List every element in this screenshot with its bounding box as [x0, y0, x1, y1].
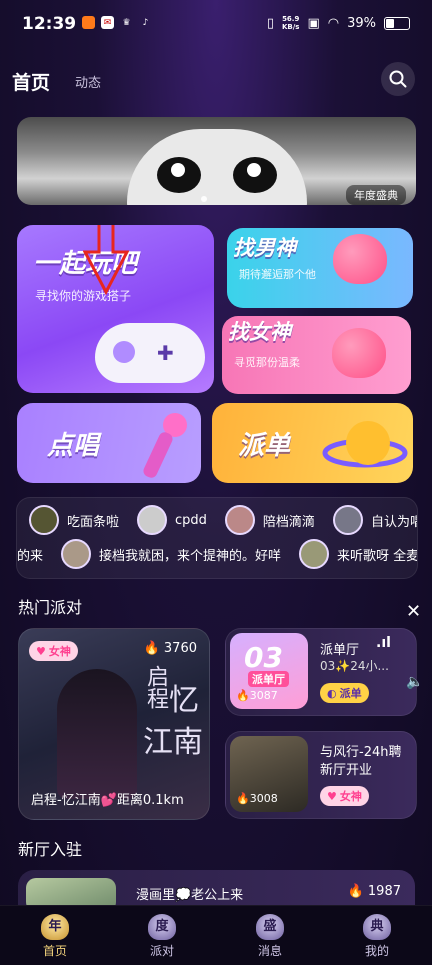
poster-text: 启程	[143, 665, 168, 709]
goddess-badge: ♥ 女神	[320, 786, 369, 806]
nav-profile[interactable]: 典 我的	[347, 914, 407, 959]
party-card[interactable]: 03 派单厅 🔥3087 派单厅 03✨24小... .ıl ◐ 派单	[225, 628, 417, 716]
vibrate-icon: ▯	[266, 15, 274, 31]
event-banner[interactable]: 年度盛典	[17, 117, 416, 205]
battery-icon	[384, 16, 410, 30]
microphone-icon	[143, 413, 187, 478]
status-right: ▯ 56.9 KB/s ▣ ◠ 39%	[267, 15, 410, 31]
nav-party[interactable]: 度 派对	[132, 914, 192, 959]
signal-bars-icon: .ıl	[376, 635, 391, 651]
marquee-row-1: 吃面条啦 cpdd 陪档滴滴 自认为唱小宇	[29, 505, 417, 535]
mascot-image	[127, 129, 307, 205]
banner-pager-dot	[201, 196, 207, 202]
sing-title: 点唱	[47, 431, 100, 461]
fire-icon: 🔥	[143, 641, 160, 656]
wifi-icon: ◠	[327, 15, 340, 31]
speaker-icon[interactable]: 🔈	[406, 674, 423, 690]
search-icon	[389, 70, 407, 88]
hot-count: 🔥 3760	[143, 641, 197, 656]
bottom-nav: 年 首页 度 派对 盛 消息 典 我的	[0, 905, 432, 965]
close-icon[interactable]: ✕	[406, 601, 421, 622]
poster-figure	[57, 669, 137, 799]
battery-text: 39%	[347, 15, 376, 31]
user-chip[interactable]: 吃面条啦	[29, 505, 119, 535]
heart-face-icon	[332, 328, 386, 378]
crown-icon: ♛	[122, 17, 131, 28]
male-title: 找男神	[233, 236, 296, 260]
poster-text: 江南	[143, 725, 203, 760]
party-card[interactable]: 🔥3008 与风行-24h聘新厅开业 ♥ 女神	[225, 731, 417, 819]
nav-party-icon: 度	[148, 914, 176, 940]
poster-text: 忆	[169, 683, 199, 718]
status-bar: 12:39 ✉ ♛ ♪ ▯ 56.9 KB/s ▣ ◠ 39%	[0, 0, 432, 48]
marquee-row-2: 的来 接档我就困，来个提神的。好咩 来听歌呀 全麦优质	[17, 539, 417, 569]
sing-card[interactable]: 点唱	[17, 403, 201, 483]
mascot-eye	[233, 157, 277, 193]
party-caption: 启程-忆江南💕距离0.1km	[31, 793, 184, 808]
status-time: 12:39	[22, 14, 77, 34]
room-title: 漫画里💭老公上来	[136, 888, 244, 903]
party-thumb: 🔥3008	[230, 736, 308, 812]
order-card[interactable]: 派单	[212, 403, 413, 483]
find-male-card[interactable]: 找男神 期待邂逅那个他	[227, 228, 413, 308]
tab-home[interactable]: 首页	[12, 68, 50, 95]
sim-icon: ▣	[307, 15, 320, 31]
nav-home-icon: 年	[41, 914, 69, 940]
room-hot: 🔥 1987	[347, 884, 401, 899]
mascot-eye	[157, 157, 201, 193]
nav-profile-icon: 典	[363, 914, 391, 940]
user-chip[interactable]: 来听歌呀 全麦优质	[299, 539, 417, 569]
male-subtitle: 期待邂逅那个他	[239, 268, 316, 281]
user-chip[interactable]: 陪档滴滴	[224, 505, 315, 535]
play-together-card[interactable]: 一起玩吧 寻找你的游戏搭子 ✚	[17, 225, 214, 393]
mail-icon: ✉	[101, 16, 114, 29]
notification-icons: ✉ ♛ ♪	[82, 16, 152, 29]
heart-hand-icon	[333, 234, 387, 284]
new-rooms-title: 新厅入驻	[18, 840, 83, 859]
user-chip[interactable]: 的来	[17, 540, 43, 568]
nav-messages-icon: 盛	[256, 914, 284, 940]
goddess-badge: ♥ 女神	[29, 641, 78, 661]
hot-party-title: 热门派对	[18, 598, 83, 617]
tiktok-icon: ♪	[142, 17, 149, 28]
party-subtitle: 03✨24小...	[320, 659, 389, 673]
net-speed: 56.9 KB/s	[281, 15, 300, 31]
planet-icon	[322, 421, 408, 468]
female-subtitle: 寻觅那份温柔	[234, 356, 300, 369]
gamepad-icon: ✚	[95, 323, 205, 383]
online-users-marquee: 吃面条啦 cpdd 陪档滴滴 自认为唱小宇 的来 接档我就困，来个提神的。好咩 …	[16, 497, 418, 579]
order-badge: ◐ 派单	[320, 683, 369, 703]
user-chip[interactable]: 接档我就困，来个提神的。好咩	[61, 539, 281, 569]
user-chip[interactable]: 自认为唱小宇	[332, 505, 417, 535]
new-room-card[interactable]: 漫画里💭老公上来 🔥 1987	[18, 870, 415, 912]
banner-tag: 年度盛典	[346, 185, 406, 205]
tab-dynamic[interactable]: 动态	[75, 72, 101, 91]
find-female-card[interactable]: 找女神 寻觅那份温柔	[222, 316, 411, 394]
female-title: 找女神	[228, 320, 291, 344]
party-title: 派单厅	[320, 643, 360, 658]
user-chip[interactable]: cpdd	[137, 505, 207, 535]
order-title: 派单	[238, 431, 291, 461]
app-notification-icon	[82, 16, 95, 29]
party-title: 与风行-24h聘新厅开业	[320, 745, 402, 778]
nav-home[interactable]: 年 首页	[25, 914, 85, 959]
nav-messages[interactable]: 盛 消息	[240, 914, 300, 959]
party-thumb: 03 派单厅 🔥3087	[230, 633, 308, 709]
down-arrow-annotation	[83, 225, 129, 296]
search-button[interactable]	[381, 62, 415, 96]
party-card-featured[interactable]: ♥ 女神 🔥 3760 启程 忆 江南 启程-忆江南💕距离0.1km	[18, 628, 210, 820]
